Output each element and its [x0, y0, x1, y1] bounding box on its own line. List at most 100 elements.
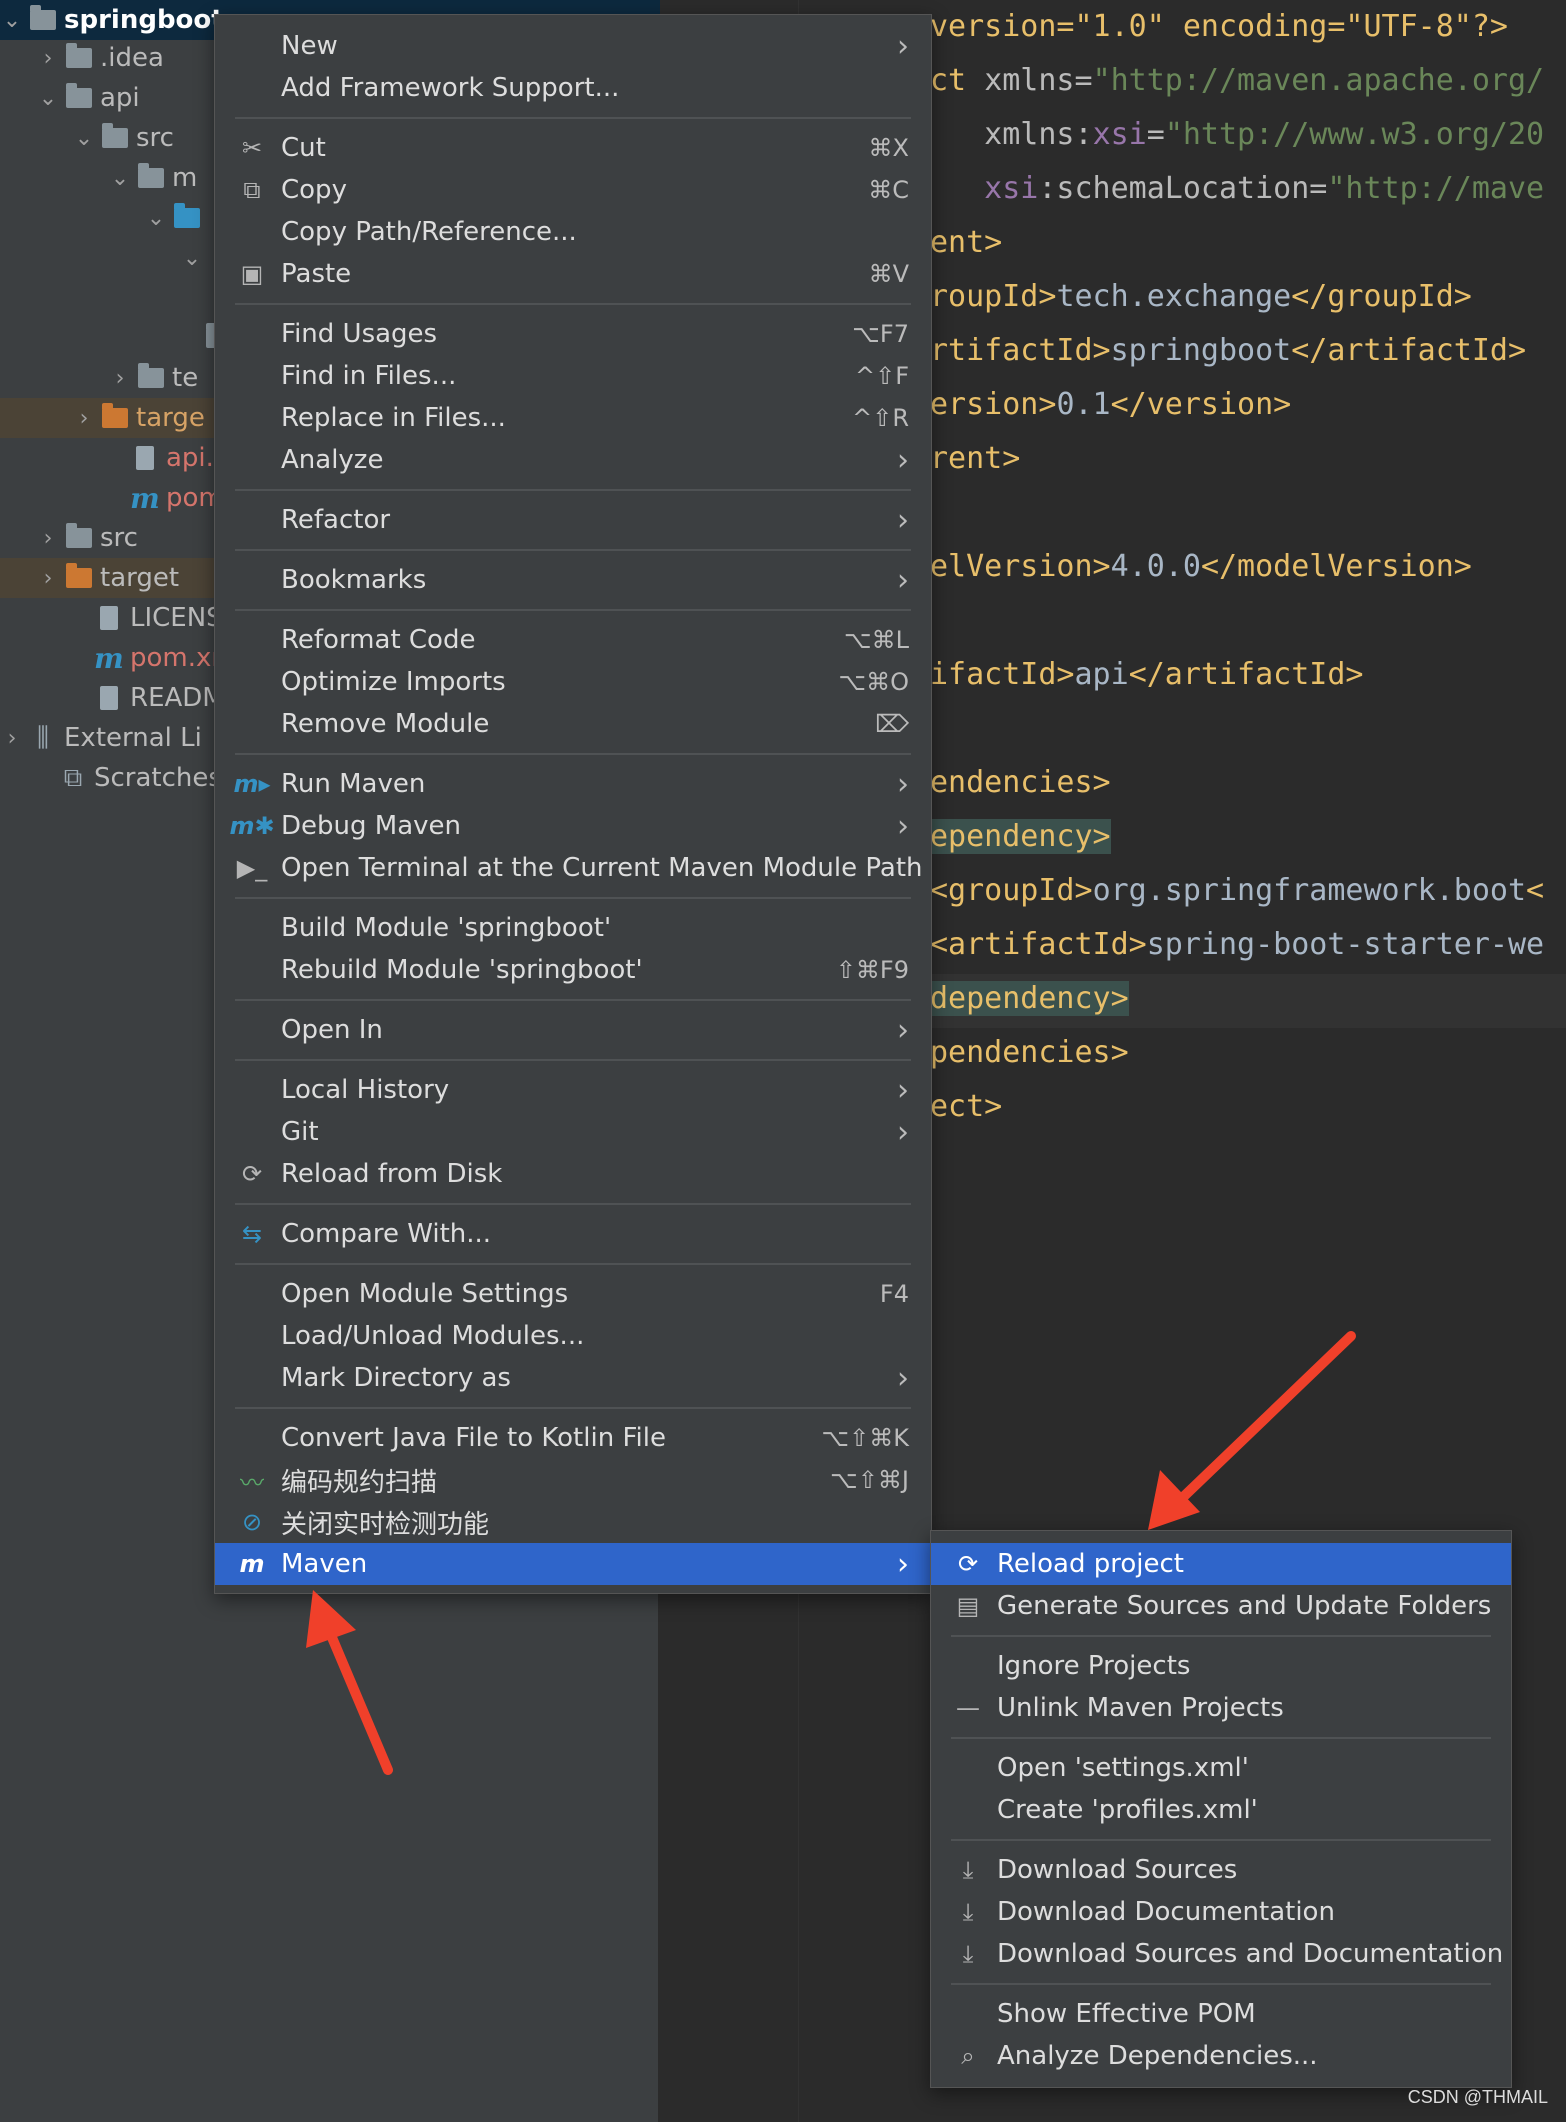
menu-item-refactor[interactable]: Refactor ›	[215, 499, 931, 541]
menu-item-analyze[interactable]: Analyze ›	[215, 439, 931, 481]
maven-icon: m	[94, 642, 124, 675]
code-token: =	[1146, 117, 1165, 152]
menu-item-label: Add Framework Support...	[281, 73, 620, 103]
menu-item-optimize-imports[interactable]: Optimize Imports ⌥⌘O	[215, 661, 931, 703]
download-icon: ⤓	[962, 1940, 974, 1968]
download-icon: ⤓	[962, 1856, 974, 1884]
shortcut-label: ^⇧F	[854, 362, 909, 390]
menu-item-debug-maven[interactable]: m✱ Debug Maven ›	[215, 805, 931, 847]
menu-item-reload-from-disk[interactable]: ⟳ Reload from Disk	[215, 1153, 931, 1195]
menu-item-open-terminal-at-the-current-maven-module-path[interactable]: ▶_ Open Terminal at the Current Maven Mod…	[215, 847, 931, 889]
menu-item-paste[interactable]: ▣ Paste ⌘V	[215, 253, 931, 295]
menu-item-open-in[interactable]: Open In ›	[215, 1009, 931, 1051]
generate-sources-icon: ▤	[956, 1592, 980, 1620]
maven-icon: m	[130, 482, 160, 515]
menu-item-download-sources-and-documentation[interactable]: ⤓ Download Sources and Documentation	[931, 1933, 1511, 1975]
menu-item-label: Download Sources and Documentation	[997, 1939, 1504, 1969]
chevron-icon[interactable]: ›	[38, 526, 58, 551]
menu-item-show-effective-pom[interactable]: Show Effective POM	[931, 1993, 1511, 2035]
code-token: version="1.0" encoding="UTF-8"?>	[930, 9, 1508, 44]
menu-item-label: New	[281, 31, 338, 61]
menu-item-open-settings-xml[interactable]: Open 'settings.xml'	[931, 1747, 1511, 1789]
menu-item-find-usages[interactable]: Find Usages ⌥F7	[215, 313, 931, 355]
folder-shape	[102, 123, 128, 148]
menu-item-label: Find Usages	[281, 319, 438, 349]
menu-item-reload-project[interactable]: ⟳ Reload project	[931, 1543, 1511, 1585]
chevron-icon[interactable]: ⌄	[74, 126, 94, 151]
folder-icon	[136, 363, 166, 391]
menu-item-find-in-files[interactable]: Find in Files... ^⇧F	[215, 355, 931, 397]
menu-item-label: Optimize Imports	[281, 667, 506, 697]
chevron-icon[interactable]: ›	[38, 566, 58, 591]
chevron-icon[interactable]: ⌄	[38, 86, 58, 111]
menu-item-compare-with[interactable]: ⇆ Compare With...	[215, 1213, 931, 1255]
menu-separator	[235, 549, 911, 551]
menu-item-open-module-settings[interactable]: Open Module Settings F4	[215, 1273, 931, 1315]
menu-separator	[235, 753, 911, 755]
code-token: endencies>	[930, 765, 1111, 800]
shortcut-label: ^⇧R	[852, 404, 909, 432]
folder-shape	[138, 163, 164, 188]
code-line: ct xmlns="http://maven.apache.org/	[930, 54, 1544, 108]
chevron-icon[interactable]: ⌄	[110, 166, 130, 191]
menu-item-local-history[interactable]: Local History ›	[215, 1069, 931, 1111]
chevron-icon[interactable]: ›	[110, 366, 130, 391]
menu-item-mark-directory-as[interactable]: Mark Directory as ›	[215, 1357, 931, 1399]
menu-item-copy-path-reference[interactable]: Copy Path/Reference...	[215, 211, 931, 253]
menu-item-git[interactable]: Git ›	[215, 1111, 931, 1153]
folder-shape	[138, 363, 164, 388]
tree-item-label: target	[100, 563, 180, 593]
menu-item-build-module-springboot[interactable]: Build Module 'springboot'	[215, 907, 931, 949]
menu-item-rebuild-module-springboot[interactable]: Rebuild Module 'springboot' ⇧⌘F9	[215, 949, 931, 991]
blue-folder-icon	[172, 203, 202, 231]
chevron-icon[interactable]: ⌄	[182, 246, 202, 271]
menu-item-add-framework-support[interactable]: Add Framework Support...	[215, 67, 931, 109]
code-token: <	[1526, 873, 1545, 908]
folder-shape	[30, 5, 56, 30]
menu-item-download-sources[interactable]: ⤓ Download Sources	[931, 1849, 1511, 1891]
code-line: dependency>	[930, 972, 1129, 1026]
menu-item-remove-module[interactable]: Remove Module ⌦	[215, 703, 931, 745]
menu-item-download-documentation[interactable]: ⤓ Download Documentation	[931, 1891, 1511, 1933]
menu-item-label: Ignore Projects	[997, 1651, 1191, 1681]
menu-separator	[951, 1839, 1491, 1841]
menu-item-generate-sources-and-update-folders[interactable]: ▤ Generate Sources and Update Folders	[931, 1585, 1511, 1627]
menu-item-item-41[interactable]: 〰编码规约扫描 ⌥⇧⌘J	[215, 1459, 931, 1501]
chevron-right-icon: ›	[897, 562, 909, 598]
menu-item-cut[interactable]: ✂ Cut ⌘X	[215, 127, 931, 169]
menu-item-reformat-code[interactable]: Reformat Code ⌥⌘L	[215, 619, 931, 661]
menu-item-new[interactable]: New ›	[215, 25, 931, 67]
menu-item-label: Convert Java File to Kotlin File	[281, 1423, 666, 1453]
maven-glyph: m	[130, 481, 160, 515]
menu-item-maven[interactable]: m Maven ›	[215, 1543, 931, 1585]
menu-item-replace-in-files[interactable]: Replace in Files... ^⇧R	[215, 397, 931, 439]
menu-item-create-profiles-xml[interactable]: Create 'profiles.xml'	[931, 1789, 1511, 1831]
menu-item-convert-java-file-to-kotlin-file[interactable]: Convert Java File to Kotlin File ⌥⇧⌘K	[215, 1417, 931, 1459]
menu-item-copy[interactable]: ⧉ Copy ⌘C	[215, 169, 931, 211]
code-token: "http://www.w3.org/20	[1164, 117, 1545, 152]
chevron-icon[interactable]: ›	[38, 46, 58, 71]
menu-separator	[235, 609, 911, 611]
chevron-icon[interactable]: ›	[74, 406, 94, 431]
menu-item-label: Find in Files...	[281, 361, 457, 391]
menu-item-bookmarks[interactable]: Bookmarks ›	[215, 559, 931, 601]
chevron-right-icon: ›	[897, 1012, 909, 1048]
menu-item-analyze-dependencies[interactable]: ⌕ Analyze Dependencies...	[931, 2035, 1511, 2077]
menu-item-ignore-projects[interactable]: Ignore Projects	[931, 1645, 1511, 1687]
chevron-icon[interactable]: ⌄	[2, 8, 22, 33]
chevron-right-icon: ›	[897, 1072, 909, 1108]
menu-item-load-unload-modules[interactable]: Load/Unload Modules...	[215, 1315, 931, 1357]
code-line: <artifactId>spring-boot-starter-we	[930, 918, 1544, 972]
code-token: api	[1074, 657, 1129, 692]
chevron-icon[interactable]: ›	[2, 726, 22, 751]
chevron-icon[interactable]: ⌄	[146, 206, 166, 231]
menu-item-label: Paste	[281, 259, 352, 289]
menu-item-unlink-maven-projects[interactable]: — Unlink Maven Projects	[931, 1687, 1511, 1729]
menu-item-run-maven[interactable]: m▸ Run Maven ›	[215, 763, 931, 805]
tree-item-label: te	[172, 363, 199, 393]
menu-item-item-42[interactable]: ⊘ 关闭实时检测功能	[215, 1501, 931, 1543]
shortcut-label: ⌥⌘L	[843, 626, 909, 654]
menu-item-label: Show Effective POM	[997, 1999, 1256, 2029]
code-token: ect>	[930, 1089, 1003, 1124]
code-token: <artifactId>	[930, 927, 1147, 962]
